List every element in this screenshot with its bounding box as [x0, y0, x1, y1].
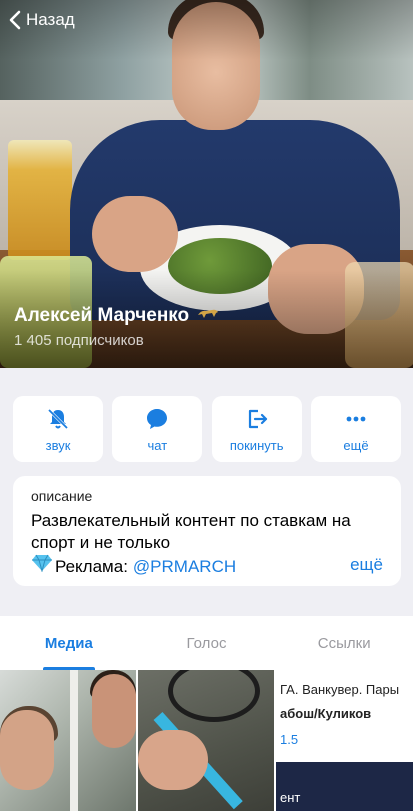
leave-button[interactable]: покинуть: [211, 396, 302, 462]
subscriber-count: 1 405 подписчиков: [14, 332, 144, 349]
chat-label: чат: [147, 437, 168, 453]
description-card: описание Развлекательный контент по став…: [13, 476, 401, 586]
more-button[interactable]: ещё: [310, 396, 401, 462]
leave-label: покинуть: [229, 437, 284, 453]
ad-label: Реклама:: [55, 556, 128, 576]
thumbnail-text: 1.5: [280, 732, 299, 747]
back-label: Назад: [26, 10, 75, 29]
tab-media-label: Медиа: [44, 634, 93, 652]
chevron-left-icon: [4, 6, 26, 34]
tab-voice-label: Голос: [186, 634, 227, 652]
mute-button[interactable]: звук: [13, 396, 103, 462]
media-thumbnail[interactable]: ГА. Ванкувер. Пары абош/Куликов 1.5 ент: [276, 670, 413, 811]
media-thumbnail[interactable]: [138, 670, 274, 811]
media-grid: ГА. Ванкувер. Пары абош/Куликов 1.5 ент: [0, 670, 413, 811]
thumbnail-text: ент: [280, 790, 301, 805]
tab-links[interactable]: Ссылки: [275, 616, 413, 670]
leopard-icon: [197, 307, 219, 326]
chat-button[interactable]: чат: [112, 396, 203, 462]
description-title: описание: [31, 488, 93, 504]
channel-title: Алексей Марченко: [14, 305, 219, 327]
leave-icon: [244, 406, 270, 432]
media-tabs: Медиа Голос Ссылки: [0, 616, 413, 670]
action-bar: звук чат покинуть ещё: [13, 396, 401, 462]
tab-media[interactable]: Медиа: [0, 616, 138, 670]
more-label: ещё: [343, 437, 369, 453]
media-thumbnail[interactable]: [0, 670, 136, 811]
thumbnail-text: абош/Куликов: [280, 706, 372, 721]
chat-bubble-icon: [144, 406, 170, 432]
description-more-link[interactable]: ещё: [350, 555, 383, 575]
channel-name: Алексей Марченко: [14, 305, 190, 326]
mute-label: звук: [45, 437, 71, 453]
muted-bell-icon: [45, 406, 71, 432]
thumbnail-text: ГА. Ванкувер. Пары: [280, 682, 400, 697]
tab-voice[interactable]: Голос: [138, 616, 276, 670]
ad-line: Реклама: @PRMARCH: [31, 554, 383, 579]
channel-profile-screen: Назад Алексей Марченко 1 405 подписчиков…: [0, 0, 413, 811]
description-text: Развлекательный контент по ставкам на сп…: [31, 511, 351, 552]
back-button[interactable]: Назад: [4, 6, 75, 34]
more-dots-icon: [343, 406, 369, 432]
diamond-icon: [31, 554, 53, 579]
tab-links-label: Ссылки: [317, 634, 371, 652]
ad-contact-link[interactable]: @PRMARCH: [133, 556, 236, 578]
